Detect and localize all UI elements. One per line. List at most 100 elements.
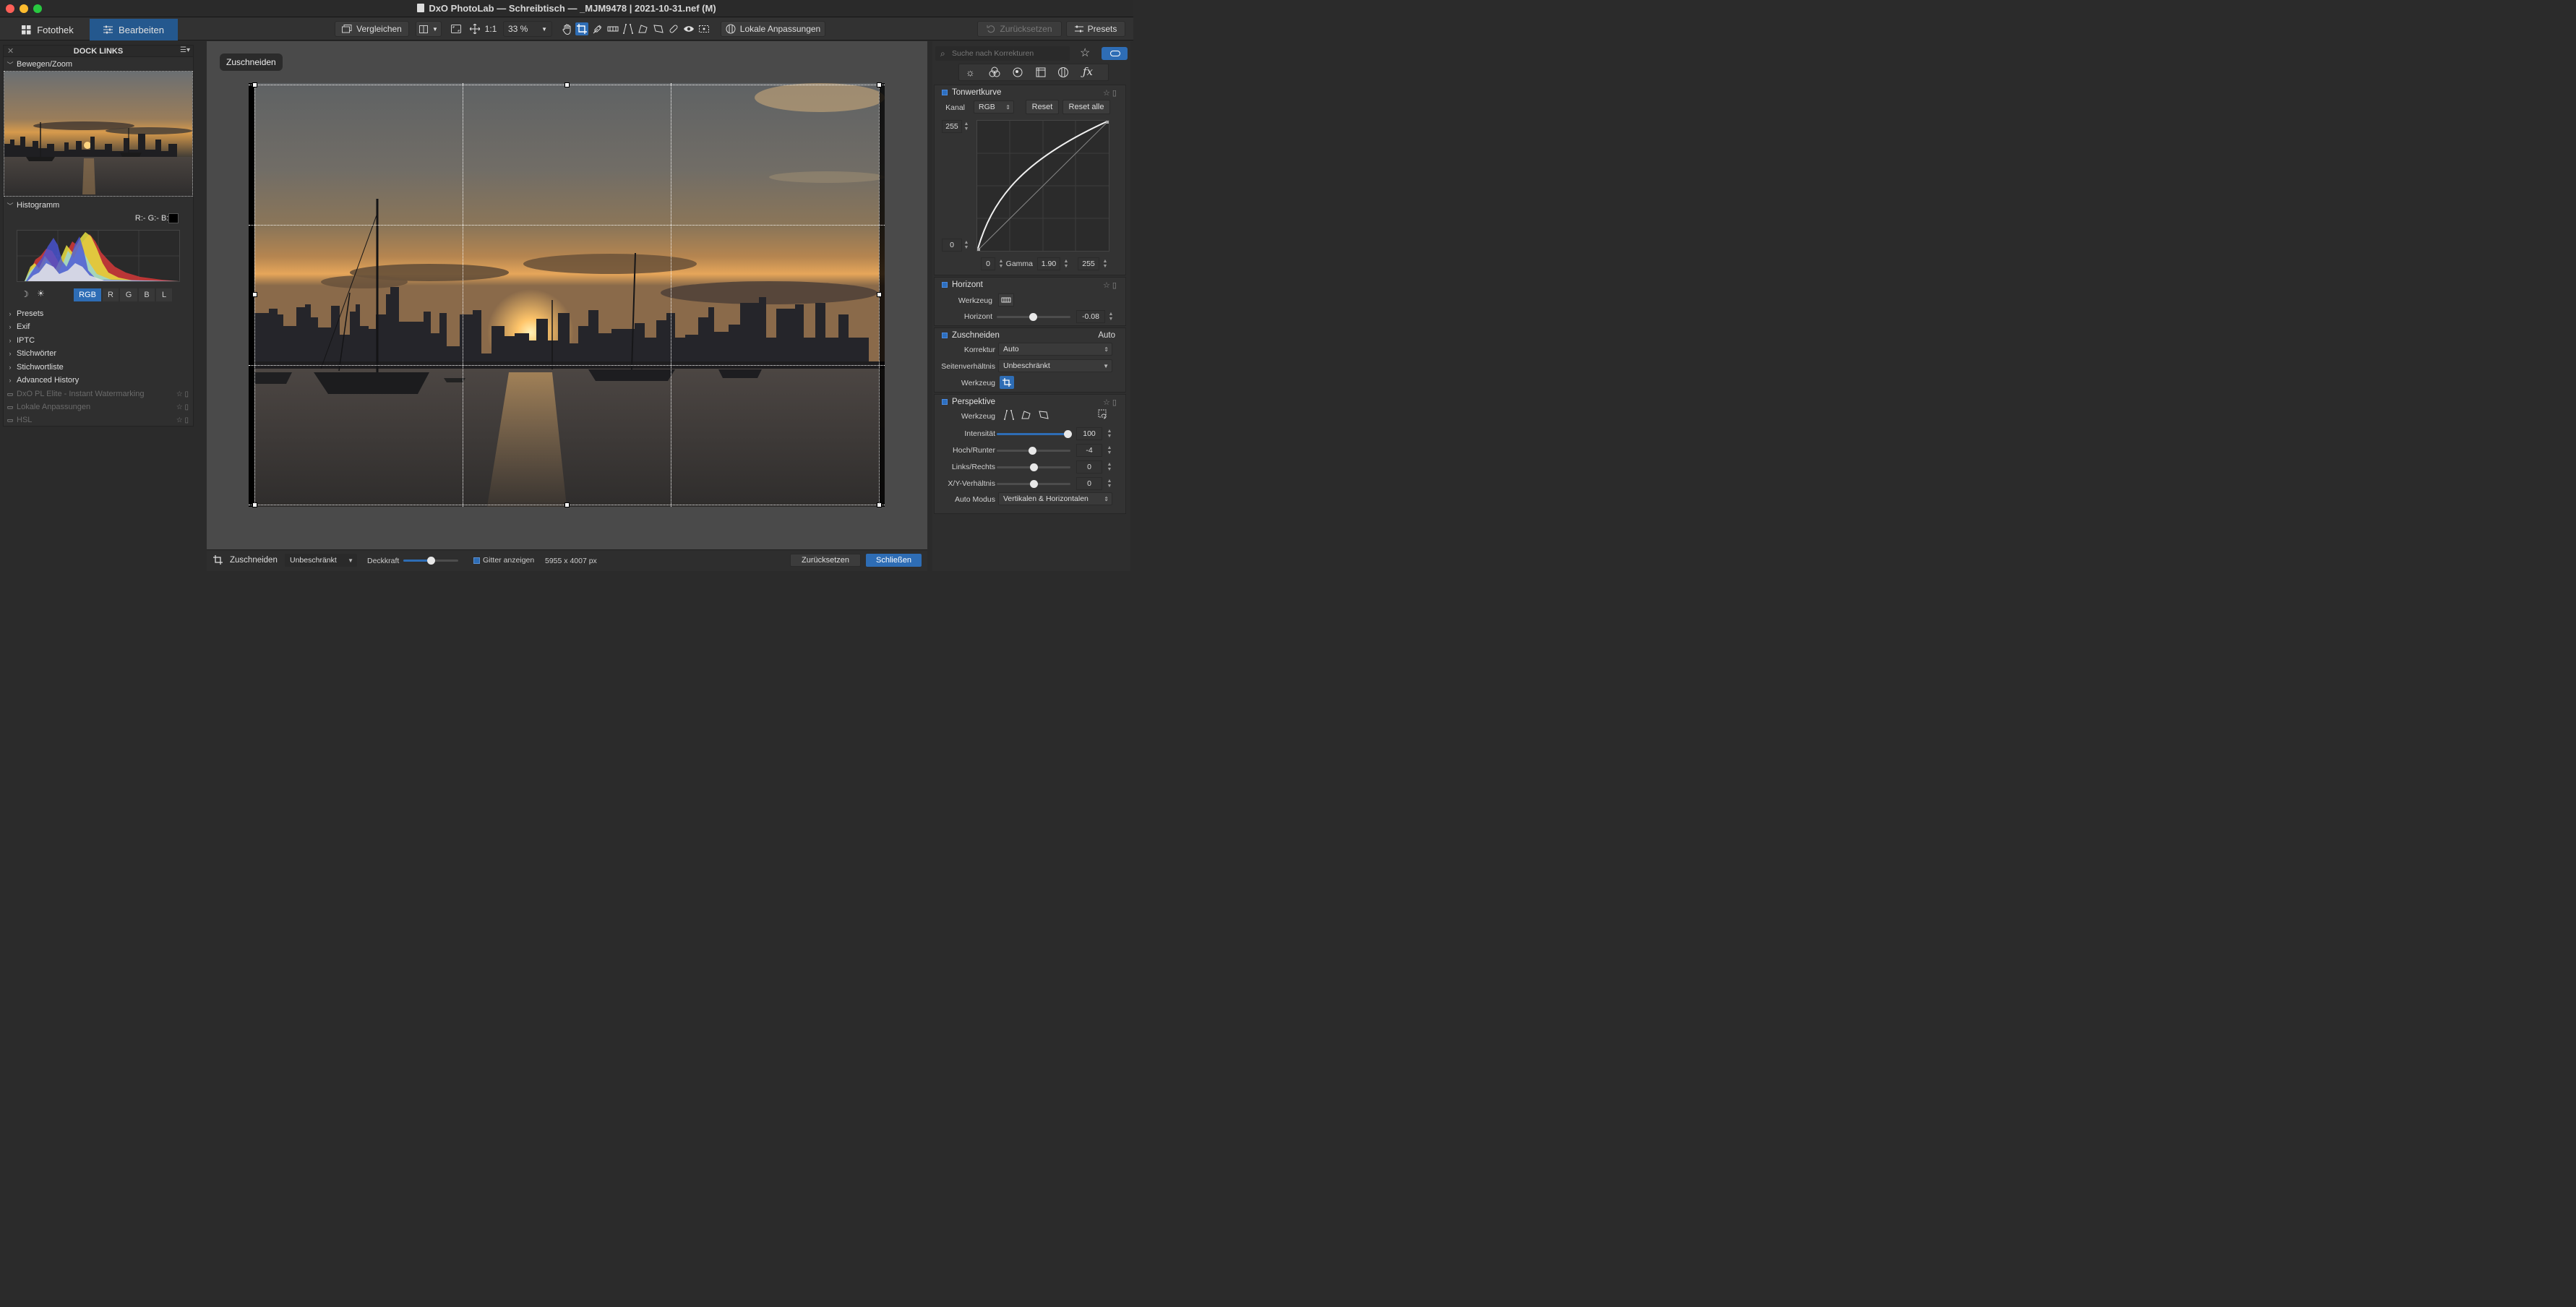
crop-handle-left[interactable] [252, 292, 257, 297]
tone-curve-header[interactable]: Tonwertkurve ☆ ▯ [935, 85, 1125, 100]
color-tab-icon[interactable] [989, 67, 1000, 80]
horizon-tool-icon[interactable] [606, 22, 619, 35]
perspective-free-icon[interactable] [652, 22, 665, 35]
xy-ratio-slider-knob[interactable] [1030, 480, 1038, 488]
moon-icon[interactable]: ☽ [21, 289, 29, 299]
star-icon[interactable]: ☆ ▯ [1103, 398, 1117, 407]
crop-handle-top-left[interactable] [252, 82, 257, 87]
local-adjustments-button[interactable]: Lokale Anpassungen [721, 21, 825, 37]
toolbar-reset-button[interactable]: Zurücksetzen [977, 21, 1062, 37]
move-icon[interactable] [468, 22, 481, 35]
stepper-icon[interactable]: ▲ ▼ [1102, 259, 1108, 269]
section-hsl[interactable]: ▭ HSL ☆ ▯ [4, 413, 193, 427]
star-icon[interactable]: ☆ ▯ [1103, 280, 1117, 290]
section-advanced-history[interactable]: › Advanced History [4, 374, 193, 387]
output-max-field[interactable]: 255 [942, 120, 962, 133]
navigator-thumbnail[interactable] [4, 71, 193, 197]
section-keywords[interactable]: › Stichwörter [4, 347, 193, 360]
section-local-adjustments[interactable]: ▭ Lokale Anpassungen ☆ ▯ [4, 400, 193, 413]
crop-handle-right[interactable] [877, 292, 882, 297]
hand-icon[interactable] [561, 22, 574, 35]
crop-tool-icon[interactable] [575, 22, 588, 35]
ratio-dropdown[interactable]: Unbeschränkt ▼ [285, 554, 357, 567]
section-presets[interactable]: › Presets [4, 307, 193, 320]
split-view-dropdown[interactable]: ▼ [416, 21, 442, 37]
section-keyword-list[interactable]: › Stichwortliste [4, 361, 193, 374]
leftright-value-field[interactable]: 0 [1076, 460, 1102, 473]
xy-ratio-value-field[interactable]: 0 [1076, 477, 1102, 490]
tab-edit[interactable]: Bearbeiten [90, 19, 178, 40]
channel-b-button[interactable]: B [139, 288, 155, 301]
stepper-icon[interactable]: ▲ ▼ [1107, 462, 1112, 472]
channel-r-button[interactable]: R [103, 288, 119, 301]
tab-library[interactable]: Fotothek [10, 19, 85, 40]
channel-dropdown[interactable]: RGB ⇕ [974, 100, 1014, 113]
repair-tool-icon[interactable] [667, 22, 680, 35]
crop-tool-button[interactable] [1000, 376, 1014, 389]
star-icon[interactable]: ☆ ▯ [176, 416, 189, 424]
star-icon[interactable]: ☆ ▯ [176, 390, 189, 398]
perspective-vertical-button[interactable] [1001, 408, 1017, 422]
crop-handle-bottom[interactable] [564, 502, 570, 507]
leftright-slider-knob[interactable] [1030, 463, 1038, 471]
show-grid-checkbox[interactable] [473, 557, 480, 564]
stepper-icon[interactable]: ▲ ▼ [963, 240, 969, 250]
presets-button[interactable]: Presets [1066, 21, 1125, 37]
section-watermark[interactable]: ▭ DxO PL Elite - Instant Watermarking ☆ ▯ [4, 387, 193, 400]
perspective-rect-button[interactable] [1018, 408, 1034, 422]
dock-menu-icon[interactable]: ☰▾ [180, 46, 190, 54]
active-corrections-toggle[interactable] [1102, 47, 1128, 60]
perspective-enable-checkbox[interactable] [942, 399, 948, 405]
intensity-slider-knob[interactable] [1064, 430, 1072, 438]
one-to-one-button[interactable]: 1:1 [484, 22, 498, 35]
output-min-field[interactable]: 0 [942, 239, 962, 252]
perspective-header[interactable]: Perspektive ☆ ▯ [935, 395, 1125, 409]
crop-handle-bottom-left[interactable] [252, 502, 257, 507]
updown-value-field[interactable]: -4 [1076, 444, 1102, 457]
star-icon[interactable]: ☆ ▯ [176, 403, 189, 411]
horizon-slider-knob[interactable] [1029, 313, 1037, 321]
fit-screen-icon[interactable] [450, 22, 463, 35]
perspective-reset-icon[interactable] [1098, 409, 1108, 421]
stepper-icon[interactable]: ▲ ▼ [963, 121, 969, 132]
stepper-icon[interactable]: ▲ ▼ [1107, 479, 1112, 489]
auto-mode-dropdown[interactable]: Vertikalen & Horizontalen ⇕ [998, 492, 1112, 505]
crop-handle-top-right[interactable] [877, 82, 882, 87]
section-exif[interactable]: › Exif [4, 320, 193, 333]
section-iptc[interactable]: › IPTC [4, 334, 193, 347]
horizon-enable-checkbox[interactable] [942, 282, 948, 288]
perspective-rect-icon[interactable] [637, 22, 650, 35]
input-max-field[interactable]: 255 [1078, 257, 1099, 270]
stepper-icon[interactable]: ▲ ▼ [998, 259, 1004, 269]
tone-curve-enable-checkbox[interactable] [942, 90, 948, 95]
main-photo[interactable] [249, 83, 885, 507]
channel-g-button[interactable]: G [120, 288, 137, 301]
favorites-star-icon[interactable]: ☆ [1080, 46, 1090, 60]
section-histogram[interactable]: ﹀ Histogramm [4, 199, 193, 212]
crop-header[interactable]: Zuschneiden Auto [935, 328, 1125, 343]
red-eye-icon[interactable] [682, 22, 695, 35]
opacity-slider-knob[interactable] [427, 557, 435, 565]
intensity-slider[interactable] [997, 433, 1070, 435]
fx-tab-icon[interactable]: ƒx [1083, 65, 1093, 78]
channel-l-button[interactable]: L [156, 288, 172, 301]
crop-reset-button[interactable]: Zurücksetzen [790, 554, 861, 567]
intensity-value-field[interactable]: 100 [1076, 427, 1102, 440]
tone-curve-reset-all-button[interactable]: Reset alle [1062, 100, 1110, 114]
geometry-tab-icon[interactable] [1035, 67, 1047, 80]
horizon-header[interactable]: Horizont ☆ ▯ [935, 278, 1125, 292]
crop-enable-checkbox[interactable] [942, 333, 948, 338]
tone-curve-reset-button[interactable]: Reset [1026, 100, 1059, 114]
local-tab-icon[interactable] [1057, 67, 1069, 80]
horizon-value-field[interactable]: -0.08 [1076, 310, 1105, 323]
horizon-tool-button[interactable] [998, 293, 1014, 307]
eyedropper-icon[interactable] [591, 22, 604, 35]
crop-ratio-dropdown[interactable]: Unbeschränkt ▼ [998, 359, 1112, 372]
stepper-icon[interactable]: ▲ ▼ [1107, 429, 1112, 439]
channel-rgb-button[interactable]: RGB [74, 288, 101, 301]
mask-tool-icon[interactable] [697, 22, 710, 35]
tone-curve-graph[interactable] [976, 120, 1109, 252]
crop-close-button[interactable]: Schließen [866, 554, 922, 567]
compare-button[interactable]: Vergleichen [335, 21, 409, 37]
sun-icon[interactable]: ☀ [37, 288, 45, 299]
